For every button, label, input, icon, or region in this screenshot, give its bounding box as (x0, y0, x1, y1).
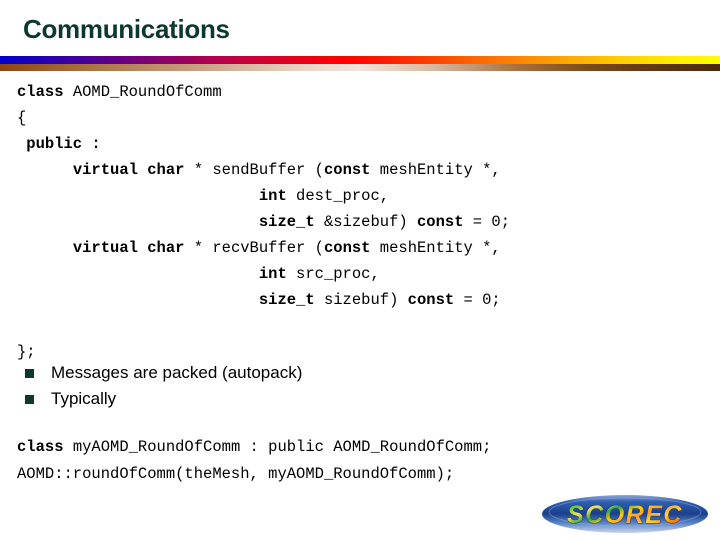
bullet-square-icon (25, 394, 34, 404)
code-text: sizebuf) (314, 291, 408, 309)
code-text: AOMD_RoundOfComm (63, 83, 222, 101)
code-line: class myAOMD_RoundOfComm : public AOMD_R… (17, 434, 491, 461)
code-line: size_t sizebuf) const = 0; (17, 287, 510, 313)
divider-rainbow-bar (0, 56, 720, 64)
list-item-label: Messages are packed (autopack) (51, 363, 303, 382)
page-title: Communications (23, 14, 230, 44)
code-line: virtual char * recvBuffer (const meshEnt… (17, 235, 510, 261)
divider (0, 56, 720, 71)
code-line: AOMD::roundOfComm(theMesh, myAOMD_RoundO… (17, 461, 491, 488)
scorec-logo-text: SCOREC (567, 501, 683, 529)
code-line: { (17, 105, 510, 131)
code-keyword: const (416, 213, 464, 231)
code-keyword: virtual char (72, 239, 185, 257)
code-keyword: int (258, 265, 287, 283)
code-text: = 0; (454, 291, 501, 309)
code-text: dest_proc, (286, 187, 390, 205)
code-text: }; (17, 343, 36, 361)
code-text: meshEntity *, (370, 161, 501, 179)
code-line: size_t &sizebuf) const = 0; (17, 209, 510, 235)
list-item-label: Typically (51, 389, 117, 408)
code-block-usage-example: class myAOMD_RoundOfComm : public AOMD_R… (17, 434, 491, 488)
code-text: * sendBuffer ( (184, 161, 324, 179)
code-text: = 0; (463, 213, 511, 231)
code-keyword: class (17, 438, 64, 456)
code-keyword: size_t (258, 213, 315, 231)
code-line: virtual char * sendBuffer (const meshEnt… (17, 157, 510, 183)
code-line: int src_proc, (17, 261, 510, 287)
code-text: &sizebuf) (314, 213, 417, 231)
code-text: myAOMD_RoundOfComm : public AOMD_RoundOf… (63, 438, 492, 456)
code-text: meshEntity *, (370, 239, 501, 257)
code-keyword: public : (17, 135, 101, 153)
code-line: int dest_proc, (17, 183, 510, 209)
divider-earth-bar (0, 64, 720, 71)
code-keyword: class (17, 83, 64, 101)
bullet-list: Messages are packed (autopack) Typically (25, 360, 565, 412)
code-line: class AOMD_RoundOfComm (17, 79, 510, 105)
code-line: public : (17, 131, 510, 157)
code-text: src_proc, (286, 265, 380, 283)
code-keyword: size_t (258, 291, 315, 309)
scorec-logo: SCOREC (540, 492, 710, 537)
code-text: * recvBuffer ( (184, 239, 324, 257)
code-text: AOMD::roundOfComm(theMesh, myAOMD_RoundO… (17, 465, 455, 483)
code-keyword: virtual char (72, 161, 185, 179)
code-block-class-declaration: class AOMD_RoundOfComm { public : virtual… (17, 79, 510, 365)
code-keyword: const (407, 291, 455, 309)
code-keyword: int (258, 187, 287, 205)
code-keyword: const (323, 239, 371, 257)
scorec-logo-icon: SCOREC (542, 495, 708, 533)
code-text: { (17, 109, 27, 127)
list-item: Messages are packed (autopack) (25, 360, 565, 386)
code-keyword: const (323, 161, 371, 179)
list-item: Typically (25, 386, 565, 412)
bullet-square-icon (25, 368, 34, 378)
